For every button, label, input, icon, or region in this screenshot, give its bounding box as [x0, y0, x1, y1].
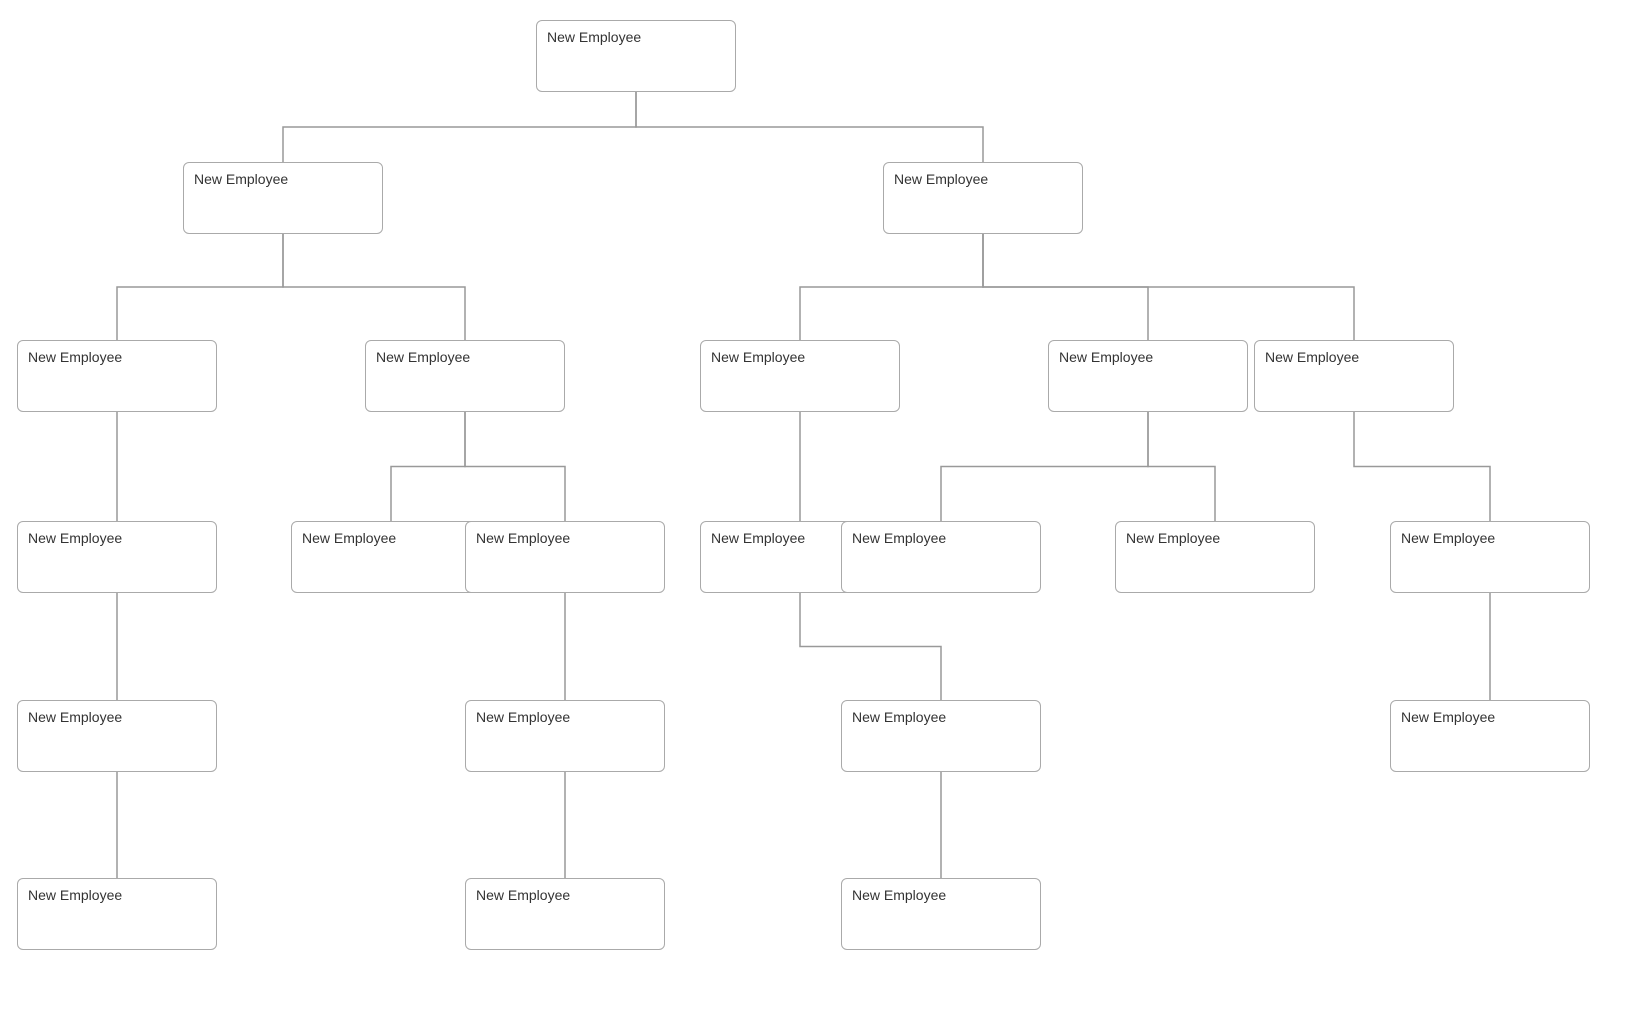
- employee-node-l4_2[interactable]: New Employee: [465, 700, 665, 772]
- employee-node-l4_4[interactable]: New Employee: [1390, 700, 1590, 772]
- employee-node-l3_5[interactable]: New Employee: [841, 521, 1041, 593]
- employee-node-l3_6[interactable]: New Employee: [1115, 521, 1315, 593]
- employee-node-l2_lr[interactable]: New Employee: [365, 340, 565, 412]
- employee-node-root[interactable]: New Employee: [536, 20, 736, 92]
- employee-node-l3_7[interactable]: New Employee: [1254, 340, 1454, 412]
- employee-node-l3_3[interactable]: New Employee: [465, 521, 665, 593]
- employee-node-l5_3[interactable]: New Employee: [841, 878, 1041, 950]
- org-chart: New EmployeeNew EmployeeNew EmployeeNew …: [0, 0, 1647, 980]
- employee-node-l5_1[interactable]: New Employee: [17, 878, 217, 950]
- connectors-svg: [0, 0, 1647, 980]
- employee-node-l2_ll[interactable]: New Employee: [17, 340, 217, 412]
- employee-node-l5_2[interactable]: New Employee: [465, 878, 665, 950]
- employee-node-l3_1[interactable]: New Employee: [17, 521, 217, 593]
- employee-node-l2_rr[interactable]: New Employee: [1048, 340, 1248, 412]
- employee-node-l4_3[interactable]: New Employee: [841, 700, 1041, 772]
- employee-node-l3_2[interactable]: New Employee: [291, 521, 491, 593]
- employee-node-l1_left[interactable]: New Employee: [183, 162, 383, 234]
- employee-node-l1_right[interactable]: New Employee: [883, 162, 1083, 234]
- employee-node-l2_rl[interactable]: New Employee: [700, 340, 900, 412]
- employee-node-l4_1[interactable]: New Employee: [17, 700, 217, 772]
- employee-node-l3_8[interactable]: New Employee: [1390, 521, 1590, 593]
